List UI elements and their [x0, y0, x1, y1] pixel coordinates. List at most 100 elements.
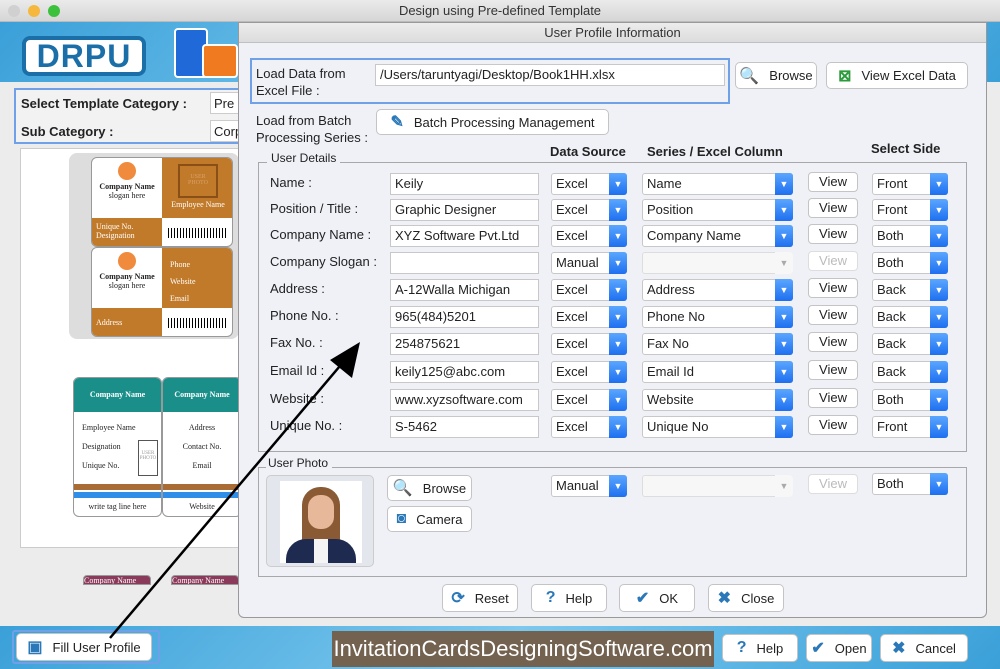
open-button[interactable]: ✔ Open: [806, 634, 872, 662]
view-button[interactable]: View: [808, 305, 858, 325]
card-phone: Phone: [170, 260, 190, 269]
logo-icon: [118, 252, 136, 270]
template-card[interactable]: Company Name Address Contact No. Email Web…: [162, 377, 242, 517]
data-source-select[interactable]: Manual ▼: [551, 252, 627, 274]
excel-column-select[interactable]: Position ▼: [642, 199, 793, 221]
photo-browse-button[interactable]: 🔍 Browse: [387, 475, 472, 501]
data-source-select[interactable]: Excel ▼: [551, 225, 627, 247]
view-button[interactable]: View: [808, 415, 858, 435]
view-button[interactable]: View: [808, 278, 858, 298]
select-side-select[interactable]: Front ▼: [872, 416, 948, 438]
card-unique: Unique No. Designation: [92, 218, 162, 246]
template-card[interactable]: Company Name slogan here Phone Website Emai…: [91, 247, 233, 337]
select-side-select[interactable]: Both ▼: [872, 389, 948, 411]
field-label: Address :: [270, 281, 325, 296]
chevron-down-icon: ▼: [775, 361, 793, 383]
select-side-select[interactable]: Front ▼: [872, 173, 948, 195]
template-card[interactable]: Company Name Employee Name Designation Uni…: [73, 377, 162, 517]
user-profile-dialog: User Profile Information Load Data from …: [238, 22, 987, 618]
field-value-input[interactable]: keily125@abc.com: [390, 361, 539, 383]
chevron-down-icon: ▼: [930, 389, 948, 411]
cancel-button[interactable]: ✖ Cancel: [880, 634, 968, 662]
photo-source-value: Manual: [556, 478, 599, 493]
template-card[interactable]: Company Name slogan here USER PHOTO Emplo…: [91, 157, 233, 247]
chevron-down-icon: ▼: [775, 252, 793, 274]
field-value-input[interactable]: XYZ Software Pvt.Ltd: [390, 225, 539, 247]
close-button[interactable]: ✖ Close: [708, 584, 784, 612]
card-company: Company Name: [163, 378, 241, 412]
batch-processing-button[interactable]: ✎ Batch Processing Management: [376, 109, 609, 135]
select-side-select[interactable]: Back ▼: [872, 306, 948, 328]
excel-column-value: Position: [647, 202, 694, 217]
minimize-window-button[interactable]: [28, 5, 40, 17]
side-value: Back: [877, 364, 906, 379]
excel-column-select[interactable]: Name ▼: [642, 173, 793, 195]
excel-browse-button[interactable]: 🔍 Browse: [735, 62, 817, 89]
template-card[interactable]: Company Name: [171, 575, 239, 585]
template-list[interactable]: Company Name slogan here USER PHOTO Emplo…: [20, 148, 242, 585]
chevron-down-icon: ▼: [775, 389, 793, 411]
data-source-select[interactable]: Excel ▼: [551, 361, 627, 383]
camera-button[interactable]: ◙ Camera: [387, 506, 472, 532]
data-source-value: Excel: [556, 392, 588, 407]
template-card[interactable]: Company Name: [83, 575, 151, 585]
select-side-select[interactable]: Back ▼: [872, 333, 948, 355]
field-value-input[interactable]: A-12Walla Michigan: [390, 279, 539, 301]
view-button[interactable]: View: [808, 388, 858, 408]
excel-column-value: Name: [647, 176, 682, 191]
photo-side-select[interactable]: Both ▼: [872, 473, 948, 495]
select-side-select[interactable]: Both ▼: [872, 225, 948, 247]
excel-column-select[interactable]: Address ▼: [642, 279, 793, 301]
maximize-window-button[interactable]: [48, 5, 60, 17]
reset-button[interactable]: ⟳ Reset: [442, 584, 518, 612]
camera-label: Camera: [416, 511, 463, 527]
close-window-button[interactable]: [8, 5, 20, 17]
field-value-input[interactable]: 254875621: [390, 333, 539, 355]
data-source-select[interactable]: Excel ▼: [551, 416, 627, 438]
view-button[interactable]: View: [808, 198, 858, 218]
select-side-select[interactable]: Back ▼: [872, 361, 948, 383]
excel-column-select[interactable]: Email Id ▼: [642, 361, 793, 383]
select-side-select[interactable]: Both ▼: [872, 252, 948, 274]
card-address: Address: [92, 308, 162, 336]
data-source-value: Excel: [556, 282, 588, 297]
field-value-input[interactable]: www.xyzsoftware.com: [390, 389, 539, 411]
data-source-select[interactable]: Excel ▼: [551, 333, 627, 355]
excel-column-select[interactable]: Website ▼: [642, 389, 793, 411]
select-side-header: Select Side: [871, 141, 941, 156]
photo-source-select[interactable]: Manual ▼: [551, 475, 627, 497]
view-button[interactable]: View: [808, 360, 858, 380]
card-email: Email: [170, 294, 190, 303]
field-value-input[interactable]: [390, 252, 539, 274]
data-source-select[interactable]: Excel ▼: [551, 306, 627, 328]
view-excel-data-button[interactable]: ⊠ View Excel Data: [826, 62, 968, 89]
data-source-select[interactable]: Excel ▼: [551, 199, 627, 221]
excel-column-select[interactable]: Unique No ▼: [642, 416, 793, 438]
excel-column-select[interactable]: Phone No ▼: [642, 306, 793, 328]
view-button[interactable]: View: [808, 224, 858, 244]
view-button[interactable]: View: [808, 172, 858, 192]
data-source-select[interactable]: Excel ▼: [551, 389, 627, 411]
close-label: Close: [741, 590, 775, 606]
excel-column-select[interactable]: Company Name ▼: [642, 225, 793, 247]
data-source-select[interactable]: Excel ▼: [551, 279, 627, 301]
dialog-help-button[interactable]: ? Help: [531, 584, 607, 612]
view-button[interactable]: View: [808, 332, 858, 352]
side-value: Both: [877, 228, 904, 243]
field-value-input[interactable]: 965(484)5201: [390, 306, 539, 328]
select-side-select[interactable]: Back ▼: [872, 279, 948, 301]
field-value-input[interactable]: S-5462: [390, 416, 539, 438]
field-value-input[interactable]: Graphic Designer: [390, 199, 539, 221]
excel-column-select[interactable]: Fax No ▼: [642, 333, 793, 355]
help-label: Help: [756, 640, 784, 656]
field-label: Company Name :: [270, 227, 372, 242]
field-value-input[interactable]: Keily: [390, 173, 539, 195]
fill-user-profile-button[interactable]: ▣ Fill User Profile: [16, 633, 152, 661]
data-source-select[interactable]: Excel ▼: [551, 173, 627, 195]
browse-folder-icon: 🔍: [739, 67, 760, 85]
select-side-select[interactable]: Front ▼: [872, 199, 948, 221]
excel-path-input[interactable]: /Users/taruntyagi/Desktop/Book1HH.xlsx: [375, 64, 725, 86]
chevron-down-icon: ▼: [930, 173, 948, 195]
help-button[interactable]: ? Help: [722, 634, 798, 662]
ok-button[interactable]: ✔ OK: [619, 584, 695, 612]
